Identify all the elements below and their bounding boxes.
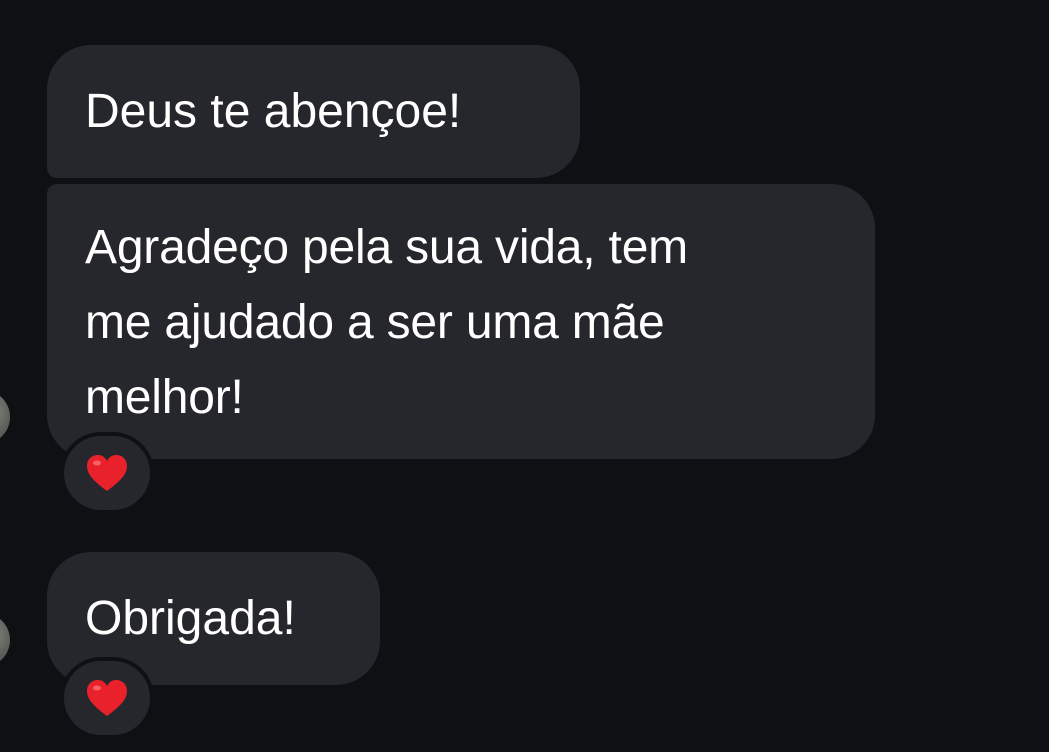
message-bubble[interactable]: Deus te abençoe! — [47, 45, 580, 178]
message-bubble[interactable]: Agradeço pela sua vida, tem me ajudado a… — [47, 184, 875, 459]
reaction-badge[interactable] — [60, 432, 154, 514]
heart-icon — [87, 455, 127, 491]
message-text: Deus te abençoe! — [85, 85, 462, 138]
heart-icon — [87, 680, 127, 716]
message-text: Obrigada! — [85, 592, 296, 645]
avatar[interactable] — [0, 613, 10, 667]
message-text: Agradeço pela sua vida, tem me ajudado a… — [85, 221, 688, 424]
chat-thread: Deus te abençoe! Agradeço pela sua vida,… — [0, 0, 1049, 752]
avatar[interactable] — [0, 390, 10, 444]
reaction-badge[interactable] — [60, 657, 154, 739]
